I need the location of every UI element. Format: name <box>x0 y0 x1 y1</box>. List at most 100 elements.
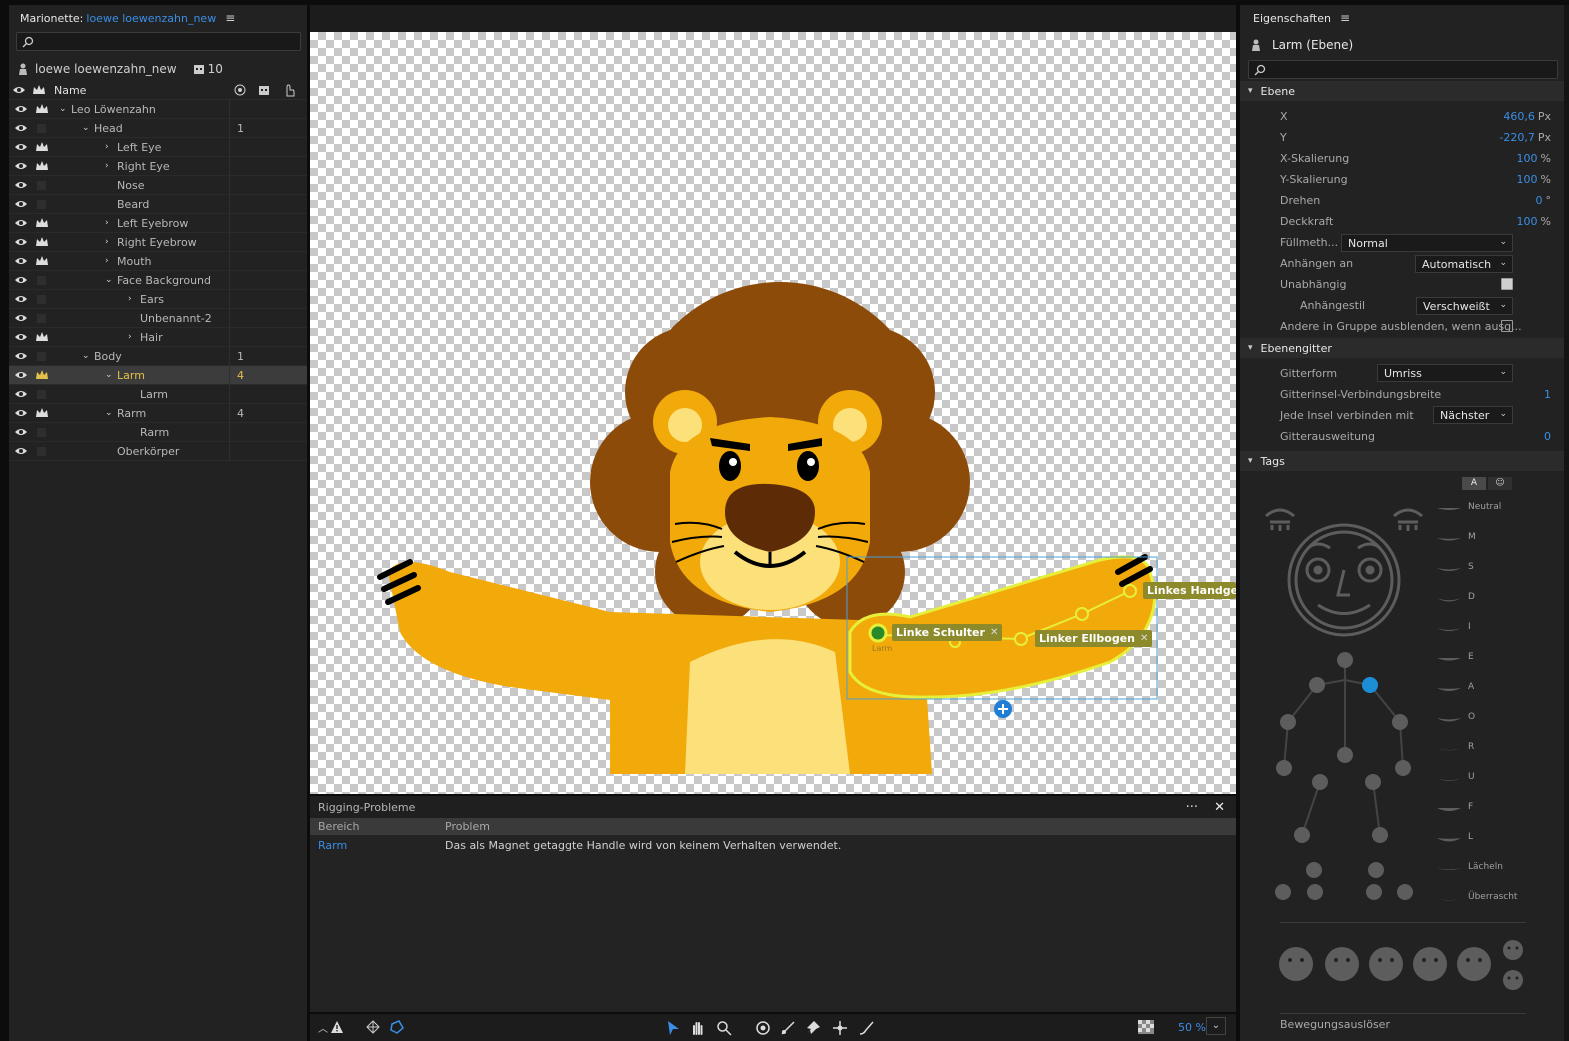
chevron-right-icon[interactable]: › <box>105 161 117 171</box>
crown-icon[interactable] <box>33 160 51 172</box>
mouth-shape-icon[interactable] <box>1435 534 1461 544</box>
warning-icon[interactable] <box>330 1020 344 1034</box>
independence-toggle[interactable] <box>37 123 46 133</box>
mouth-shape-icon[interactable] <box>1435 834 1461 844</box>
property-value[interactable]: 100% <box>1517 152 1551 165</box>
crown-icon[interactable] <box>33 407 51 419</box>
visibility-eye-icon[interactable] <box>12 218 30 228</box>
mouth-shape-icon[interactable] <box>1435 804 1461 814</box>
layer-row[interactable]: ⌄ Face Background <box>9 271 307 290</box>
tag-view-face-toggle-icon[interactable]: ☺ <box>1488 477 1512 490</box>
gitterform-select[interactable]: Umriss ⌄ <box>1377 364 1513 382</box>
section-tags[interactable]: ▾ Tags <box>1240 451 1564 471</box>
rigging-row[interactable]: Rarm Das als Magnet getaggte Handle wird… <box>310 835 1236 855</box>
property-number[interactable]: 460,6 <box>1503 110 1535 123</box>
visibility-eye-icon[interactable] <box>12 389 30 399</box>
more-options-icon[interactable]: ··· <box>1186 800 1198 815</box>
tags-body-diagram[interactable] <box>1260 500 1450 900</box>
tag-view-text-toggle[interactable]: A <box>1462 477 1486 490</box>
puppet-row[interactable]: loewe loewenzahn_new 10 <box>9 57 307 81</box>
fuellmethode-select[interactable]: Normal ⌄ <box>1341 234 1513 252</box>
visibility-eye-icon[interactable] <box>12 256 30 266</box>
visibility-eye-icon[interactable] <box>12 408 30 418</box>
chevron-right-icon[interactable]: › <box>105 218 117 228</box>
mouth-shape-icon[interactable] <box>1435 624 1461 634</box>
transparency-grid-icon[interactable] <box>1138 1020 1154 1034</box>
layer-row[interactable]: Nose <box>9 176 307 195</box>
zoom-level[interactable]: 50 % <box>1178 1021 1206 1034</box>
puppet-title-link[interactable]: loewe loewenzahn_new <box>86 12 216 25</box>
dragger-tool-icon[interactable] <box>832 1020 848 1036</box>
property-number[interactable]: 100 <box>1517 152 1538 165</box>
gitterinsel-value[interactable]: 1 <box>1544 388 1551 401</box>
chevron-down-icon[interactable]: ⌄ <box>82 123 94 133</box>
property-number[interactable]: 100 <box>1517 173 1538 186</box>
layer-row[interactable]: ⌄ Larm 4 <box>9 366 307 385</box>
property-value[interactable]: -220,7 Px <box>1499 131 1551 144</box>
andere-checkbox[interactable] <box>1501 320 1513 332</box>
crown-icon[interactable] <box>33 369 51 381</box>
visibility-eye-icon[interactable] <box>12 123 30 133</box>
visibility-eye-icon[interactable] <box>12 370 30 380</box>
layer-row[interactable]: ⌄ Body 1 <box>9 347 307 366</box>
chevron-right-icon[interactable]: › <box>128 332 140 342</box>
layer-row[interactable]: › Right Eyebrow <box>9 233 307 252</box>
mesh-icon[interactable] <box>365 1020 381 1034</box>
chevron-right-icon[interactable]: › <box>128 294 140 304</box>
visibility-eye-icon[interactable] <box>12 237 30 247</box>
layer-row[interactable]: › Hair <box>9 328 307 347</box>
independence-toggle[interactable] <box>37 351 46 361</box>
chevron-down-icon[interactable]: ⌄ <box>59 104 71 114</box>
crown-icon[interactable] <box>33 103 51 115</box>
layer-row[interactable]: ⌄ Rarm 4 <box>9 404 307 423</box>
mouth-shape-icon[interactable] <box>1435 564 1461 574</box>
chevron-right-icon[interactable]: › <box>105 256 117 266</box>
crown-icon[interactable] <box>33 331 51 343</box>
property-number[interactable]: 0 <box>1536 194 1543 207</box>
handle-tag-linke-schulter[interactable]: Linke Schulter ✕ <box>892 624 1003 641</box>
independence-toggle[interactable] <box>37 199 46 209</box>
layer-row[interactable]: Beard <box>9 195 307 214</box>
zoom-dropdown-chevron-down-icon[interactable]: ⌄ <box>1206 1017 1226 1035</box>
layer-row[interactable]: Rarm <box>9 423 307 442</box>
handle-tag-linker-ellbogen[interactable]: Linker Ellbogen ✕ <box>1035 630 1153 647</box>
puppet-search-input[interactable] <box>16 32 301 51</box>
layer-row[interactable]: › Left Eyebrow <box>9 214 307 233</box>
remove-handle-icon[interactable]: ✕ <box>990 627 998 638</box>
mouth-shape-icon[interactable] <box>1435 894 1461 904</box>
property-number[interactable]: -220,7 <box>1499 131 1534 144</box>
mouth-shape-icon[interactable] <box>1435 684 1461 694</box>
visibility-eye-icon[interactable] <box>12 104 30 114</box>
layer-row[interactable]: ⌄ Leo Löwenzahn <box>9 100 307 119</box>
chevron-down-icon[interactable]: ⌄ <box>105 370 117 380</box>
visibility-eye-icon[interactable] <box>12 313 30 323</box>
visibility-eye-icon[interactable] <box>12 161 30 171</box>
independence-toggle[interactable] <box>37 313 46 323</box>
properties-search-input[interactable] <box>1248 60 1558 79</box>
unabhaengig-checkbox[interactable] <box>1501 278 1513 290</box>
chevron-down-icon[interactable]: ⌄ <box>82 351 94 361</box>
expand-icon[interactable]: ︿ <box>318 1020 328 1035</box>
layer-row[interactable]: ⌄ Head 1 <box>9 119 307 138</box>
chevron-right-icon[interactable]: › <box>105 237 117 247</box>
mouth-shape-icon[interactable] <box>1435 744 1461 754</box>
independence-toggle[interactable] <box>37 446 46 456</box>
layer-row[interactable]: Larm <box>9 385 307 404</box>
rigging-area-link[interactable]: Rarm <box>318 839 445 852</box>
visibility-eye-icon[interactable] <box>12 275 30 285</box>
section-ebenengitter[interactable]: ▾ Ebenengitter <box>1240 338 1564 358</box>
mouth-shape-icon[interactable] <box>1435 774 1461 784</box>
scrollbar[interactable] <box>1564 5 1569 1041</box>
panel-menu-icon[interactable]: ≡ <box>1340 11 1350 25</box>
mouth-shape-icon[interactable] <box>1435 864 1461 874</box>
handle-tag-linkes-handgelenk[interactable]: Linkes Handgelenk <box>1143 582 1236 599</box>
select-tool-icon[interactable] <box>666 1020 680 1036</box>
mouth-shape-icon[interactable] <box>1435 654 1461 664</box>
anhaengestil-select[interactable]: Verschweißt ⌄ <box>1416 297 1513 315</box>
layer-row[interactable]: Unbenannt-2 <box>9 309 307 328</box>
chevron-right-icon[interactable]: › <box>105 142 117 152</box>
independence-toggle[interactable] <box>37 427 46 437</box>
property-value[interactable]: 100% <box>1517 215 1551 228</box>
gitterausweitung-value[interactable]: 0 <box>1544 430 1551 443</box>
section-ebene[interactable]: ▾ Ebene <box>1240 81 1564 101</box>
